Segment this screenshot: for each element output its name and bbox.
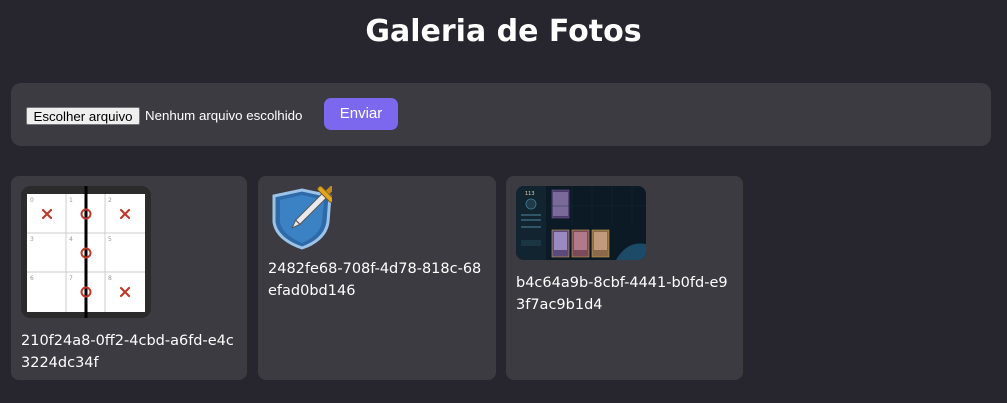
gallery-card[interactable]: 0 1 2 3 4 5 6 7 8 210f24a8-0ff2-4cbd-a6f… bbox=[11, 176, 247, 380]
gallery-card[interactable]: 113 b4c64a9b-8cbf-4441-b0fd-e93f7ac9b1d4 bbox=[506, 176, 743, 380]
cell-index: 3 bbox=[30, 236, 34, 243]
tic-tac-toe-board-image: 0 1 2 3 4 5 6 7 8 bbox=[21, 186, 151, 318]
upload-form: Escolher arquivo Nenhum arquivo escolhid… bbox=[11, 83, 991, 146]
cell-index: 8 bbox=[108, 275, 112, 282]
cell-index: 4 bbox=[69, 236, 73, 243]
shield-sword-icon bbox=[268, 186, 332, 250]
cell-index: 7 bbox=[69, 275, 73, 282]
game-screenshot-image: 113 bbox=[516, 186, 646, 260]
page-title: Galeria de Fotos bbox=[365, 14, 642, 49]
image-caption: 210f24a8-0ff2-4cbd-a6fd-e4c3224dc34f bbox=[21, 333, 234, 371]
choose-file-button[interactable]: Escolher arquivo bbox=[26, 107, 140, 125]
file-status-text: Nenhum arquivo escolhido bbox=[145, 108, 303, 123]
image-caption: b4c64a9b-8cbf-4441-b0fd-e93f7ac9b1d4 bbox=[516, 275, 728, 313]
cell-index: 0 bbox=[30, 197, 34, 204]
image-caption: 2482fe68-708f-4d78-818c-68efad0bd146 bbox=[268, 261, 482, 299]
cell-index: 6 bbox=[30, 275, 34, 282]
submit-button[interactable]: Enviar bbox=[324, 98, 398, 130]
cell-index: 2 bbox=[108, 197, 112, 204]
cell-index: 1 bbox=[69, 197, 73, 204]
gallery-card[interactable]: 2482fe68-708f-4d78-818c-68efad0bd146 bbox=[258, 176, 496, 380]
cell-index: 5 bbox=[108, 236, 112, 243]
stat-value: 113 bbox=[525, 191, 535, 197]
